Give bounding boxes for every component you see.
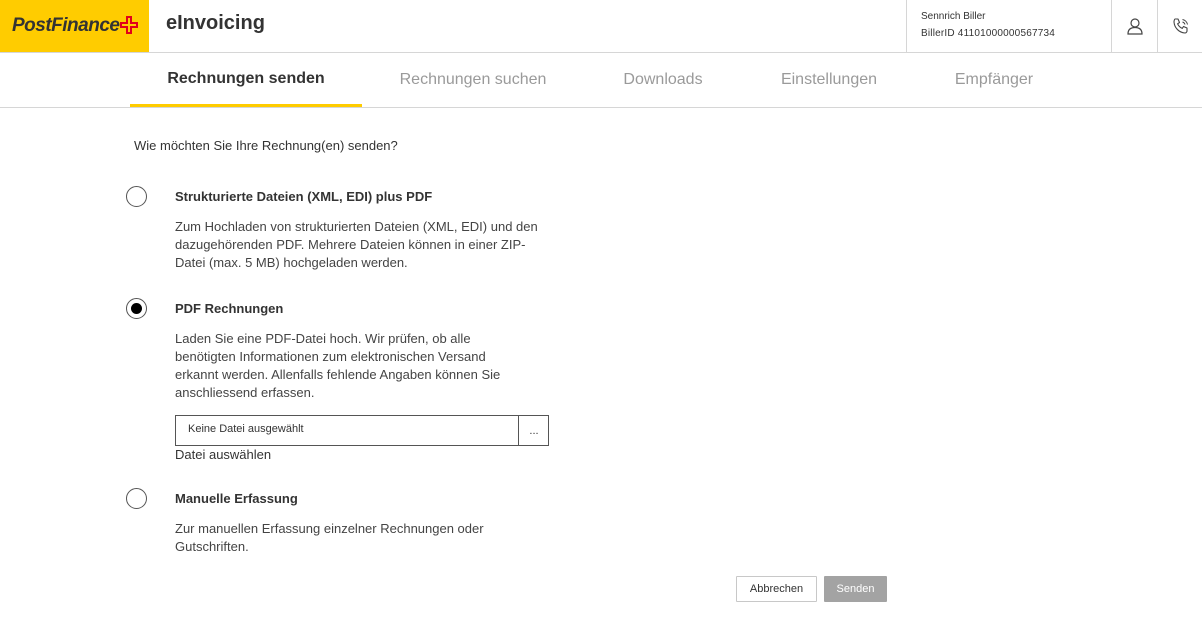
app-header: PostFinance eInvoicing Sennrich Biller B… bbox=[0, 0, 1202, 53]
radio-pdf-invoices[interactable] bbox=[126, 298, 147, 319]
user-info: Sennrich Biller BillerID 411010000005677… bbox=[906, 0, 1112, 52]
user-icon bbox=[1126, 18, 1143, 35]
radio-selected-dot bbox=[131, 303, 142, 314]
option-title-structured: Strukturierte Dateien (XML, EDI) plus PD… bbox=[175, 189, 433, 204]
tab-rechnungen-senden[interactable]: Rechnungen senden bbox=[130, 53, 362, 107]
postfinance-logo[interactable]: PostFinance bbox=[0, 0, 149, 52]
file-browse-button[interactable]: ... bbox=[518, 416, 549, 445]
logo-text: PostFinance bbox=[12, 15, 120, 36]
option-description-manual: Zur manuellen Erfassung einzelner Rechnu… bbox=[175, 521, 484, 554]
option-title-manual: Manuelle Erfassung bbox=[175, 491, 298, 506]
send-method-question: Wie möchten Sie Ihre Rechnung(en) senden… bbox=[134, 138, 398, 153]
app-title: eInvoicing bbox=[166, 12, 265, 34]
user-name: Sennrich Biller bbox=[921, 11, 986, 22]
option-title-pdf: PDF Rechnungen bbox=[175, 301, 284, 316]
tab-einstellungen[interactable]: Einstellungen bbox=[764, 53, 894, 107]
file-input-label: Datei auswählen bbox=[175, 447, 272, 462]
swiss-cross-icon bbox=[120, 16, 139, 34]
file-input-value: Keine Datei ausgewählt bbox=[188, 423, 304, 435]
send-button[interactable]: Senden bbox=[824, 576, 887, 602]
option-description-pdf: Laden Sie eine PDF-Datei hoch. Wir prüfe… bbox=[175, 331, 501, 400]
profile-button[interactable] bbox=[1111, 0, 1157, 52]
phone-icon bbox=[1172, 18, 1188, 34]
tab-downloads[interactable]: Downloads bbox=[598, 53, 728, 107]
cancel-button[interactable]: Abbrechen bbox=[736, 576, 817, 602]
contact-button[interactable] bbox=[1157, 0, 1202, 52]
biller-id: BillerID 41101000000567734 bbox=[921, 28, 1056, 39]
tab-empfaenger[interactable]: Empfänger bbox=[934, 53, 1054, 107]
main-navigation: Rechnungen senden Rechnungen suchen Down… bbox=[0, 53, 1202, 108]
radio-structured-files[interactable] bbox=[126, 186, 147, 207]
tab-rechnungen-suchen[interactable]: Rechnungen suchen bbox=[378, 53, 568, 107]
radio-manual-entry[interactable] bbox=[126, 488, 147, 509]
file-input[interactable]: Keine Datei ausgewählt ... bbox=[175, 415, 549, 446]
option-description-structured: Zum Hochladen von strukturierten Dateien… bbox=[175, 219, 538, 270]
